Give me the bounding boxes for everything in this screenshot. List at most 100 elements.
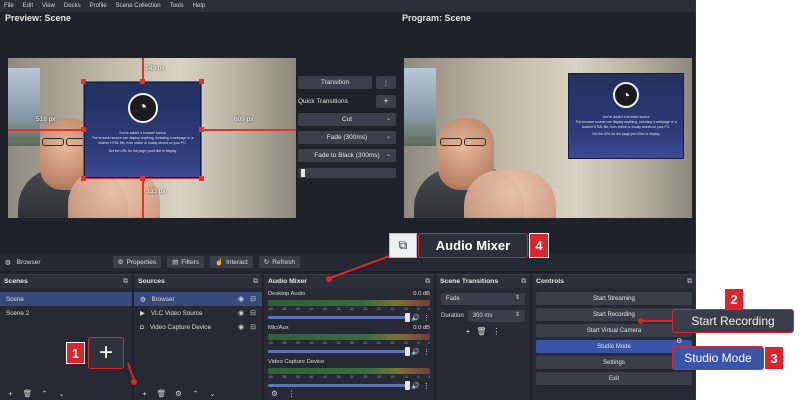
sources-dock-header: Sources ⧉ bbox=[134, 275, 262, 288]
quick-transition-fade[interactable]: Fade (300ms) ⌄ bbox=[298, 131, 396, 144]
undock-icon[interactable]: ⧉ bbox=[521, 278, 526, 286]
eye-icon[interactable]: ◉ bbox=[238, 309, 244, 317]
trash-icon[interactable]: 🗑 bbox=[155, 388, 168, 399]
undock-icon[interactable]: ⧉ bbox=[253, 278, 258, 286]
lock-icon[interactable]: ⊟ bbox=[250, 295, 256, 303]
more-icon[interactable]: ⋮ bbox=[423, 348, 430, 356]
move-up-button[interactable]: ⌃ bbox=[38, 388, 51, 399]
lock-icon[interactable]: ⊟ bbox=[250, 309, 256, 317]
menu-scene-collection[interactable]: Scene Collection bbox=[116, 3, 161, 9]
scale-tick: -60 bbox=[268, 307, 273, 311]
eye-icon[interactable]: ◉ bbox=[238, 323, 244, 331]
speaker-icon[interactable]: 🔊 bbox=[411, 314, 420, 322]
exit-button[interactable]: Exit bbox=[536, 372, 692, 385]
trash-icon[interactable]: 🗑 bbox=[21, 388, 34, 399]
volume-slider-handle[interactable] bbox=[405, 347, 411, 356]
distance-guide-left bbox=[8, 129, 83, 131]
menu-tools[interactable]: Tools bbox=[170, 3, 184, 9]
menu-edit[interactable]: Edit bbox=[23, 3, 33, 9]
transition-more-button[interactable]: ⋮ bbox=[376, 76, 396, 89]
refresh-button[interactable]: ↻ Refresh bbox=[258, 256, 300, 268]
meter-scale: -60 -55 -50 -45 -40 -35 -30 -25 -20 -15 -10 -5 0 bbox=[268, 307, 430, 311]
source-item-browser[interactable]: ◍ Browser ◉ ⊟ bbox=[134, 292, 262, 306]
gear-icon[interactable]: ⚙ bbox=[268, 388, 281, 399]
transition-select[interactable]: Fade ⇕ bbox=[441, 293, 525, 305]
more-icon[interactable]: ⋮ bbox=[423, 314, 430, 322]
quick-transition-fade-black[interactable]: Fade to Black (300ms) ⌄ bbox=[298, 149, 396, 162]
menu-file[interactable]: File bbox=[4, 3, 14, 9]
resize-handle[interactable] bbox=[81, 176, 86, 181]
callout-4-label: Audio Mixer bbox=[418, 233, 528, 258]
menu-bar: File Edit View Docks Profile Scene Colle… bbox=[0, 0, 695, 12]
speaker-icon[interactable]: 🔊 bbox=[411, 348, 420, 356]
move-down-button[interactable]: ⌄ bbox=[55, 388, 68, 399]
scene-item[interactable]: Scene bbox=[0, 292, 132, 306]
start-streaming-button[interactable]: Start Streaming bbox=[536, 292, 692, 305]
scale-tick: -55 bbox=[281, 375, 287, 379]
scale-tick: 0 bbox=[428, 375, 430, 379]
lock-icon[interactable]: ⊟ bbox=[250, 323, 256, 331]
quick-transition-cut[interactable]: Cut ⌄ bbox=[298, 113, 396, 126]
undock-icon-callout: ⧉ bbox=[389, 233, 417, 258]
eye-icon[interactable]: ◉ bbox=[238, 295, 244, 303]
scale-tick: -20 bbox=[376, 375, 381, 379]
scene-transitions-dock-header: Scene Transitions ⧉ bbox=[436, 275, 530, 288]
preview-canvas[interactable]: ◔ You've added a browser source The brow… bbox=[8, 58, 296, 218]
resize-handle[interactable] bbox=[81, 79, 86, 84]
resize-handle[interactable] bbox=[199, 79, 204, 84]
move-down-button[interactable]: ⌄ bbox=[206, 388, 219, 399]
undock-icon[interactable]: ⧉ bbox=[687, 278, 692, 286]
callout-3-label: Studio Mode bbox=[672, 346, 764, 370]
scale-tick: -20 bbox=[376, 341, 381, 345]
menu-help[interactable]: Help bbox=[193, 3, 205, 9]
duration-label: Duration bbox=[441, 313, 464, 319]
more-icon[interactable]: ⋮ bbox=[492, 327, 500, 336]
transition-button[interactable]: Transition bbox=[298, 76, 372, 89]
add-transition-button[interactable]: + bbox=[466, 327, 471, 336]
program-canvas: ◔ You've added a browser source The brow… bbox=[404, 58, 692, 218]
program-title: Program: Scene bbox=[402, 13, 472, 23]
more-icon[interactable]: ⋮ bbox=[285, 388, 298, 399]
start-virtual-camera-button[interactable]: Start Virtual Camera bbox=[536, 324, 692, 337]
start-recording-button[interactable]: Start Recording bbox=[536, 308, 692, 321]
menu-view[interactable]: View bbox=[42, 3, 55, 9]
tbar-handle[interactable] bbox=[301, 169, 305, 177]
menu-profile[interactable]: Profile bbox=[90, 3, 107, 9]
add-source-button[interactable]: + bbox=[138, 388, 151, 399]
transform-selection-box[interactable] bbox=[83, 81, 202, 179]
source-item-capture[interactable]: ◘ Video Capture Device ◉ ⊟ bbox=[134, 320, 262, 334]
callout-2-number: 2 bbox=[724, 288, 744, 310]
move-up-button[interactable]: ⌃ bbox=[189, 388, 202, 399]
studio-mode-button[interactable]: Studio Mode bbox=[536, 340, 692, 353]
add-quick-transition-button[interactable]: + bbox=[376, 94, 396, 108]
source-item-vlc[interactable]: ▶ VLC Video Source ◉ ⊟ bbox=[134, 306, 262, 320]
volume-slider[interactable] bbox=[268, 347, 411, 356]
interact-button[interactable]: ☝ Interact bbox=[209, 256, 253, 268]
cursor-icon: ☝ bbox=[214, 259, 224, 266]
refresh-label: Refresh bbox=[272, 258, 295, 266]
sources-footer: + 🗑 ⚙ ⌃ ⌄ bbox=[134, 386, 262, 400]
volume-slider[interactable] bbox=[268, 313, 411, 322]
settings-button[interactable]: Settings bbox=[536, 356, 692, 369]
virtual-camera-gear-icon[interactable]: ⚙ bbox=[676, 337, 682, 345]
scene-item[interactable]: Scene 2 bbox=[0, 306, 132, 320]
menu-docks[interactable]: Docks bbox=[64, 3, 81, 9]
chevron-down-icon: ⌄ bbox=[385, 116, 391, 122]
properties-button[interactable]: ⚙ Properties bbox=[112, 256, 162, 268]
fade-label: Fade (300ms) bbox=[326, 134, 368, 141]
undock-icon[interactable]: ⧉ bbox=[123, 278, 128, 286]
scale-tick: -15 bbox=[389, 341, 395, 345]
mixer-footer: ⚙ ⋮ bbox=[264, 386, 434, 400]
properties-label: Properties bbox=[126, 258, 157, 266]
tbar-slider[interactable] bbox=[298, 168, 396, 178]
resize-handle[interactable] bbox=[199, 176, 204, 181]
volume-meter bbox=[268, 334, 430, 340]
filters-button[interactable]: ▤ Filters bbox=[167, 256, 204, 268]
duration-spinbox[interactable]: 300 ms ⇕ bbox=[467, 310, 525, 322]
gear-icon[interactable]: ⚙ bbox=[172, 388, 185, 399]
undock-icon[interactable]: ⧉ bbox=[425, 278, 430, 286]
scale-tick: -50 bbox=[295, 341, 300, 345]
volume-slider-handle[interactable] bbox=[405, 313, 411, 322]
trash-icon[interactable]: 🗑 bbox=[476, 327, 486, 336]
add-scene-button[interactable]: + bbox=[4, 388, 17, 399]
